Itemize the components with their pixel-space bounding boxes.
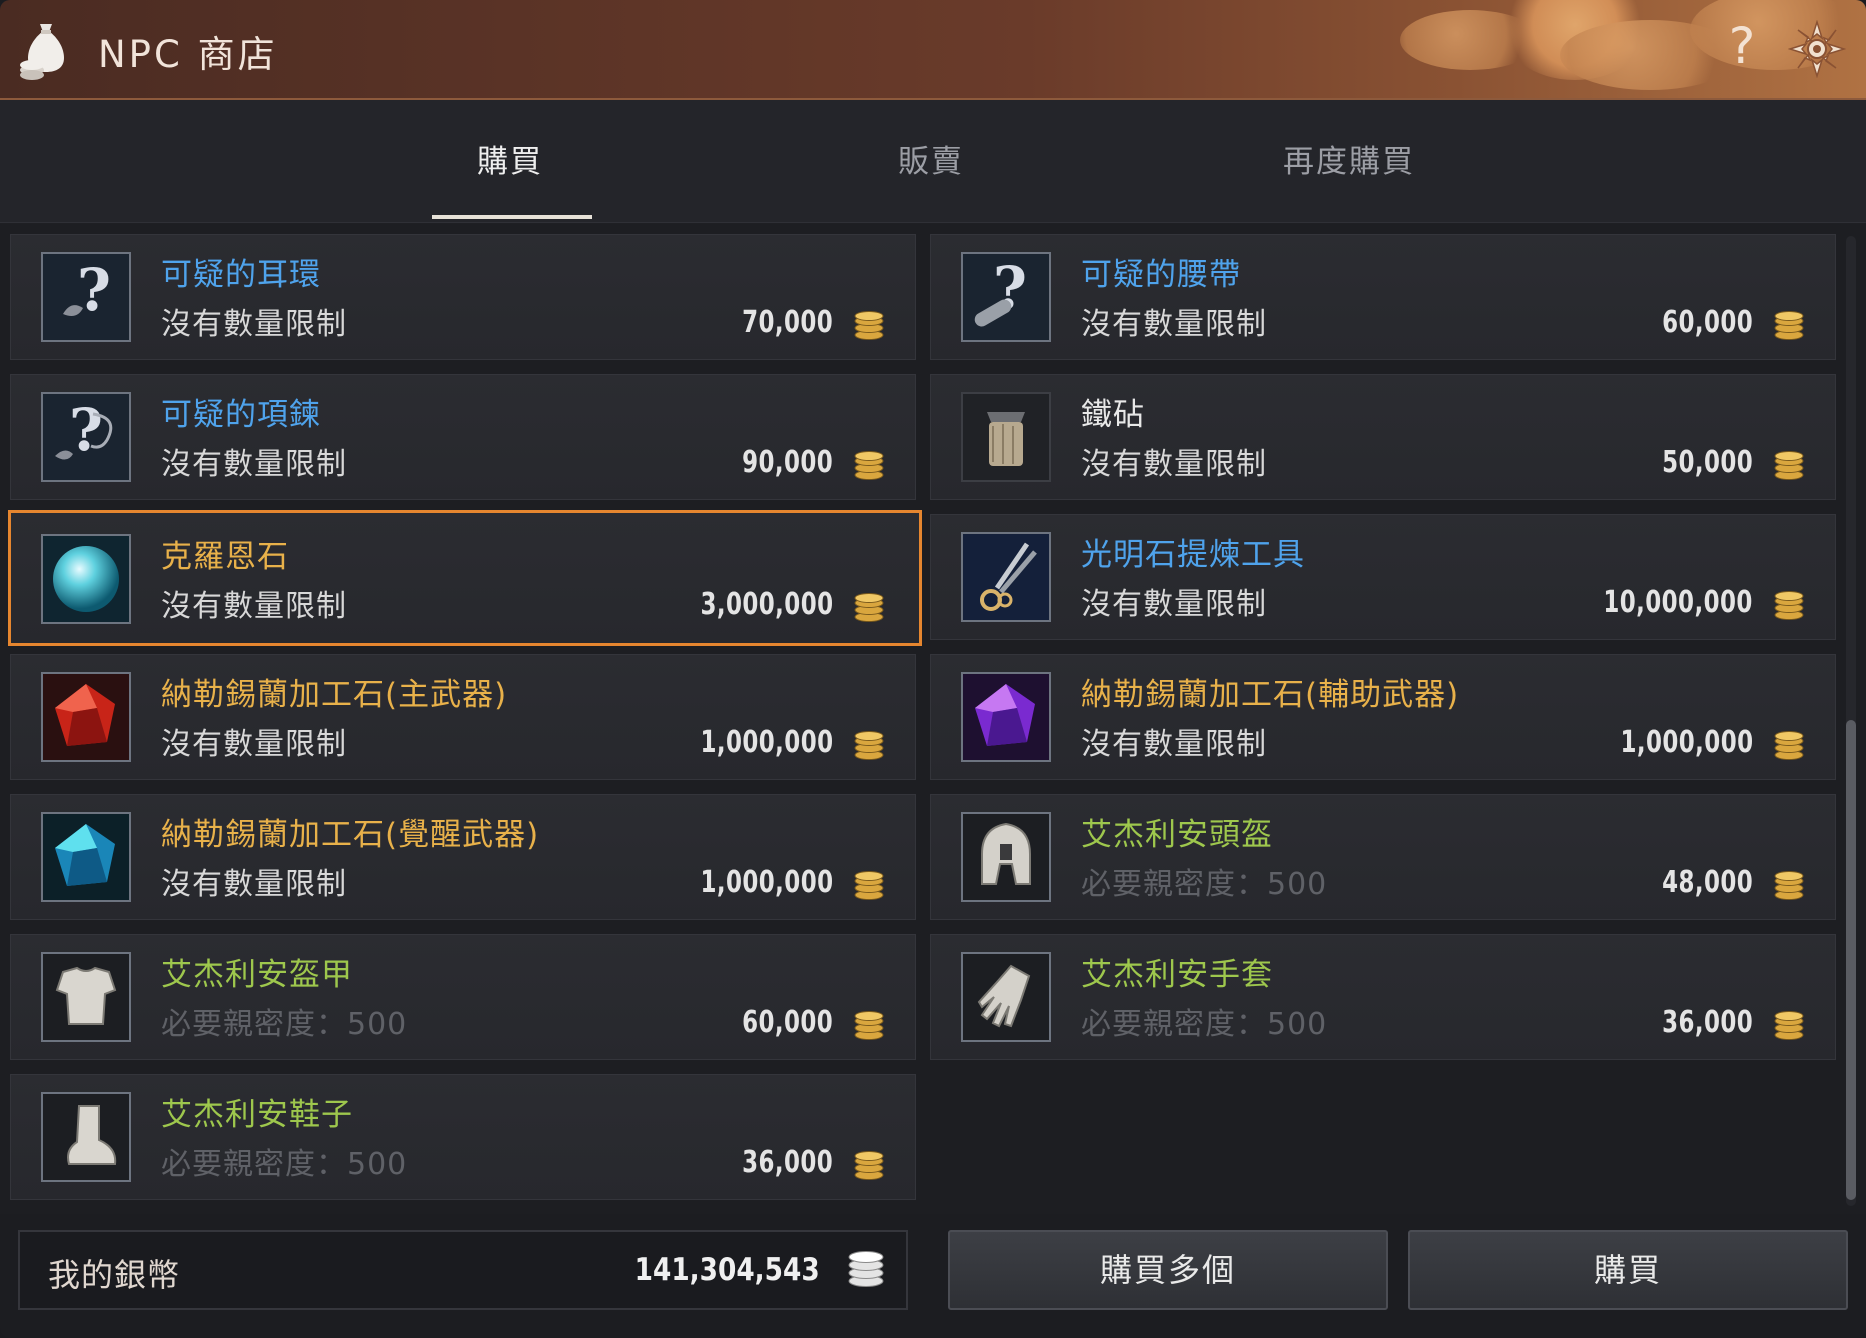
silver-coin-icon — [854, 871, 884, 900]
silver-coin-icon — [1774, 1011, 1804, 1040]
shop-item[interactable]: 納勒錫蘭加工石(主武器) 沒有數量限制 1,000,000 — [10, 654, 916, 780]
item-name: 艾杰利安手套 — [1081, 957, 1273, 993]
silver-coin-icon — [1774, 731, 1804, 760]
item-price: 1,000,000 — [700, 865, 833, 900]
gloves-icon — [961, 952, 1051, 1042]
item-purchase-limit: 沒有數量限制 — [1081, 727, 1267, 762]
svg-text:?: ? — [69, 396, 103, 464]
wallet-amount: 141,304,543 — [634, 1252, 820, 1288]
item-price: 60,000 — [1661, 305, 1753, 340]
item-name: 艾杰利安頭盔 — [1081, 817, 1273, 853]
item-name: 鐵砧 — [1081, 397, 1145, 433]
tab-buy[interactable]: 購買 — [477, 136, 543, 181]
armor-icon — [41, 952, 131, 1042]
item-price: 50,000 — [1661, 445, 1753, 480]
silver-coin-icon — [854, 451, 884, 480]
item-affinity-requirement: 必要親密度：500 — [1081, 867, 1328, 902]
tab-bar: 購買 販賣 再度購買 — [0, 100, 1866, 223]
mystery-belt-icon: ? — [961, 252, 1051, 342]
wallet-label: 我的銀幣 — [48, 1256, 181, 1294]
item-name: 納勒錫蘭加工石(主武器) — [161, 677, 508, 713]
shop-item[interactable]: ? 可疑的腰帶 沒有數量限制 60,000 — [930, 234, 1836, 360]
shop-item[interactable]: ? 可疑的耳環 沒有數量限制 70,000 — [10, 234, 916, 360]
title-bar[interactable]: NPC 商店 ? — [0, 0, 1866, 100]
helmet-icon — [961, 812, 1051, 902]
purple-gem-icon — [961, 672, 1051, 762]
item-purchase-limit: 沒有數量限制 — [1081, 447, 1267, 482]
tab-buyback[interactable]: 再度購買 — [1283, 136, 1415, 181]
item-price: 10,000,000 — [1603, 585, 1753, 620]
wallet-panel: 我的銀幣 141,304,543 — [18, 1230, 908, 1310]
svg-text:?: ? — [77, 256, 111, 324]
scrollbar-thumb[interactable] — [1846, 720, 1856, 1200]
shop-item[interactable]: 艾杰利安頭盔 必要親密度：500 48,000 — [930, 794, 1836, 920]
shop-item[interactable]: 納勒錫蘭加工石(輔助武器) 沒有數量限制 1,000,000 — [930, 654, 1836, 780]
buy-multiple-button[interactable]: 購買多個 — [948, 1230, 1388, 1310]
mystery-necklace-icon: ? — [41, 392, 131, 482]
shop-item[interactable]: 艾杰利安鞋子 必要親密度：500 36,000 — [10, 1074, 916, 1200]
item-name: 可疑的腰帶 — [1081, 257, 1241, 293]
silver-coin-icon — [854, 593, 884, 622]
silver-coin-icon — [1774, 311, 1804, 340]
shop-item[interactable]: 鐵砧 沒有數量限制 50,000 — [930, 374, 1836, 500]
shop-item[interactable]: 艾杰利安手套 必要親密度：500 36,000 — [930, 934, 1836, 1060]
help-button[interactable]: ? — [1720, 16, 1764, 76]
silver-coin-icon — [854, 1011, 884, 1040]
mystery-earring-icon: ? — [41, 252, 131, 342]
shoes-icon — [41, 1092, 131, 1182]
item-price: 36,000 — [741, 1145, 833, 1180]
shop-item[interactable]: 光明石提煉工具 沒有數量限制 10,000,000 — [930, 514, 1836, 640]
item-name: 可疑的耳環 — [161, 257, 321, 293]
shop-item[interactable]: 艾杰利安盔甲 必要親密度：500 60,000 — [10, 934, 916, 1060]
item-name: 艾杰利安鞋子 — [161, 1097, 353, 1133]
extraction-tool-icon — [961, 532, 1051, 622]
silver-coin-icon — [854, 731, 884, 760]
silver-coin-icon — [854, 1151, 884, 1180]
active-tab-indicator — [432, 215, 592, 219]
item-price: 90,000 — [741, 445, 833, 480]
item-price: 1,000,000 — [1620, 725, 1753, 760]
item-purchase-limit: 沒有數量限制 — [161, 727, 347, 762]
item-purchase-limit: 沒有數量限制 — [161, 589, 347, 624]
shop-item-selected[interactable]: 克羅恩石 沒有數量限制 3,000,000 — [8, 510, 922, 646]
item-name: 納勒錫蘭加工石(輔助武器) — [1081, 677, 1460, 713]
cron-stone-icon — [41, 534, 131, 624]
window-title: NPC 商店 — [98, 33, 278, 76]
item-price: 60,000 — [741, 1005, 833, 1040]
silver-coin-stack-icon — [848, 1251, 884, 1287]
silver-coin-icon — [1774, 451, 1804, 480]
shop-item[interactable]: 納勒錫蘭加工石(覺醒武器) 沒有數量限制 1,000,000 — [10, 794, 916, 920]
red-gem-icon — [41, 672, 131, 762]
blue-gem-icon — [41, 812, 131, 902]
item-affinity-requirement: 必要親密度：500 — [161, 1147, 408, 1182]
item-purchase-limit: 沒有數量限制 — [161, 867, 347, 902]
silver-coin-icon — [1774, 591, 1804, 620]
item-price: 36,000 — [1661, 1005, 1753, 1040]
item-name: 光明石提煉工具 — [1081, 537, 1305, 573]
item-name: 克羅恩石 — [161, 539, 289, 575]
item-purchase-limit: 沒有數量限制 — [1081, 307, 1267, 342]
item-price: 1,000,000 — [700, 725, 833, 760]
item-name: 納勒錫蘭加工石(覺醒武器) — [161, 817, 540, 853]
shop-item[interactable]: ? 可疑的項鍊 沒有數量限制 90,000 — [10, 374, 916, 500]
item-name: 可疑的項鍊 — [161, 397, 321, 433]
item-affinity-requirement: 必要親密度：500 — [161, 1007, 408, 1042]
item-price: 3,000,000 — [700, 587, 833, 622]
cloud-decoration — [1400, 10, 1540, 70]
buy-button[interactable]: 購買 — [1408, 1230, 1848, 1310]
anvil-icon — [961, 392, 1051, 482]
silver-coin-icon — [1774, 871, 1804, 900]
item-purchase-limit: 沒有數量限制 — [161, 307, 347, 342]
settings-gear-icon[interactable] — [1787, 19, 1847, 79]
silver-coin-icon — [854, 311, 884, 340]
item-price: 48,000 — [1661, 865, 1753, 900]
npc-shop-window: NPC 商店 ? 購買 販賣 再度購買 ? 可疑的耳環 沒有數量限制 70,00… — [0, 0, 1866, 1338]
item-price: 70,000 — [741, 305, 833, 340]
money-bag-icon — [18, 18, 74, 80]
item-purchase-limit: 沒有數量限制 — [1081, 587, 1267, 622]
item-purchase-limit: 沒有數量限制 — [161, 447, 347, 482]
item-affinity-requirement: 必要親密度：500 — [1081, 1007, 1328, 1042]
item-name: 艾杰利安盔甲 — [161, 957, 353, 993]
tab-sell[interactable]: 販賣 — [898, 136, 964, 181]
